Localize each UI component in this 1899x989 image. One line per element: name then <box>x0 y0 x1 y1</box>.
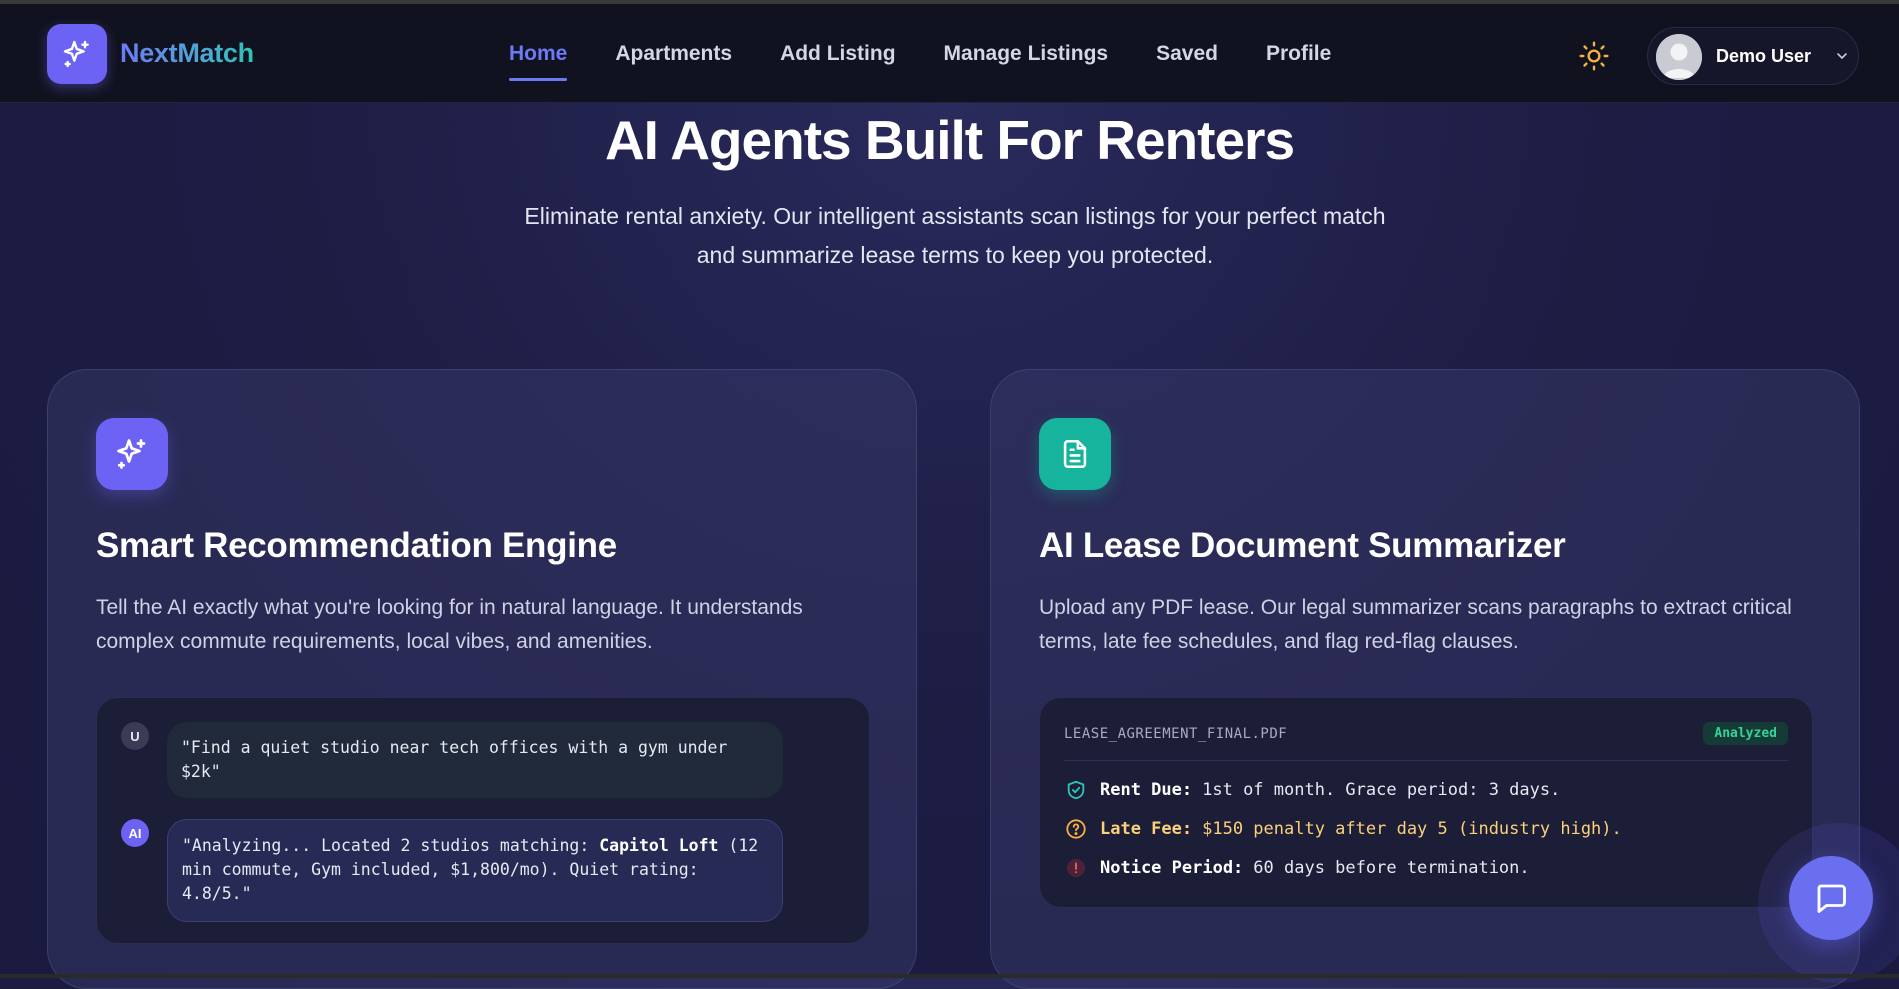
logo[interactable] <box>47 24 107 84</box>
recommendation-card: Smart Recommendation Engine Tell the AI … <box>47 369 917 989</box>
ai-message-prefix: "Analyzing... Located 2 studios matching… <box>182 836 600 855</box>
brand-name[interactable]: NextMatch <box>120 38 254 69</box>
file-name: LEASE_AGREEMENT_FINAL.PDF <box>1064 726 1288 742</box>
hero-subtitle: Eliminate rental anxiety. Our intelligen… <box>524 203 1386 268</box>
card-description: Tell the AI exactly what you're looking … <box>96 596 803 653</box>
lease-summarizer-card: AI Lease Document Summarizer Upload any … <box>990 369 1860 989</box>
lease-value: 1st of month. Grace period: 3 days. <box>1202 780 1561 800</box>
lease-label: Notice Period: <box>1100 858 1244 878</box>
divider <box>1064 760 1788 761</box>
main-nav: Home Apartments Add Listing Manage Listi… <box>509 4 1379 103</box>
ai-badge: AI <box>121 819 149 847</box>
window-bottom-border <box>0 974 1899 978</box>
shield-check-icon <box>1067 780 1085 800</box>
alert-circle-icon <box>1066 858 1086 878</box>
user-name: Demo User <box>1716 46 1812 66</box>
user-avatar-icon <box>1656 34 1702 80</box>
nav-home[interactable]: Home <box>509 4 568 103</box>
user-menu-button[interactable]: Demo User <box>1647 27 1859 85</box>
chat-bubble-icon <box>1817 884 1846 913</box>
chat-launcher-button[interactable] <box>1789 856 1873 940</box>
sparkles-icon <box>63 40 89 68</box>
nav-manage-listings[interactable]: Manage Listings <box>944 4 1109 103</box>
chevron-down-icon <box>1837 53 1847 59</box>
navbar: NextMatch Home Apartments Add Listing Ma… <box>0 4 1899 103</box>
hero-title: AI Agents Built For Renters <box>604 109 1295 171</box>
card-title: Smart Recommendation Engine <box>96 526 617 565</box>
ai-message-highlight: Capitol Loft <box>599 836 719 855</box>
nav-saved[interactable]: Saved <box>1156 4 1218 103</box>
card-icon-box <box>96 418 168 490</box>
nav-add-listing[interactable]: Add Listing <box>780 4 895 103</box>
nav-apartments[interactable]: Apartments <box>615 4 732 103</box>
lease-value: 60 days before termination. <box>1253 858 1530 878</box>
theme-toggle-button[interactable] <box>1578 40 1610 72</box>
sparkles-icon <box>117 439 146 469</box>
card-icon-box <box>1039 418 1111 490</box>
card-description: Upload any PDF lease. Our legal summariz… <box>1039 596 1792 653</box>
nav-profile[interactable]: Profile <box>1266 4 1331 103</box>
lease-row-late-fee: Late Fee: $150 penalty after day 5 (indu… <box>1064 817 1622 841</box>
avatar <box>1656 34 1702 80</box>
document-icon <box>1063 439 1087 469</box>
lease-row-rent: Rent Due: 1st of month. Grace period: 3 … <box>1064 778 1560 802</box>
question-circle-icon <box>1066 819 1086 839</box>
lease-label: Late Fee: <box>1100 819 1193 839</box>
user-message: "Find a quiet studio near tech offices w… <box>167 722 783 798</box>
user-badge: U <box>121 722 149 750</box>
sun-icon <box>1579 41 1609 71</box>
lease-row-notice: Notice Period: 60 days before terminatio… <box>1064 856 1530 880</box>
status-badge: Analyzed <box>1703 722 1788 745</box>
ai-message: "Analyzing... Located 2 studios matching… <box>167 819 783 922</box>
lease-label: Rent Due: <box>1100 780 1193 800</box>
chat-preview: U "Find a quiet studio near tech offices… <box>96 697 870 944</box>
lease-preview: LEASE_AGREEMENT_FINAL.PDF Analyzed Rent … <box>1039 697 1813 908</box>
lease-value: $150 penalty after day 5 (industry high)… <box>1202 819 1622 839</box>
card-title: AI Lease Document Summarizer <box>1039 526 1566 565</box>
